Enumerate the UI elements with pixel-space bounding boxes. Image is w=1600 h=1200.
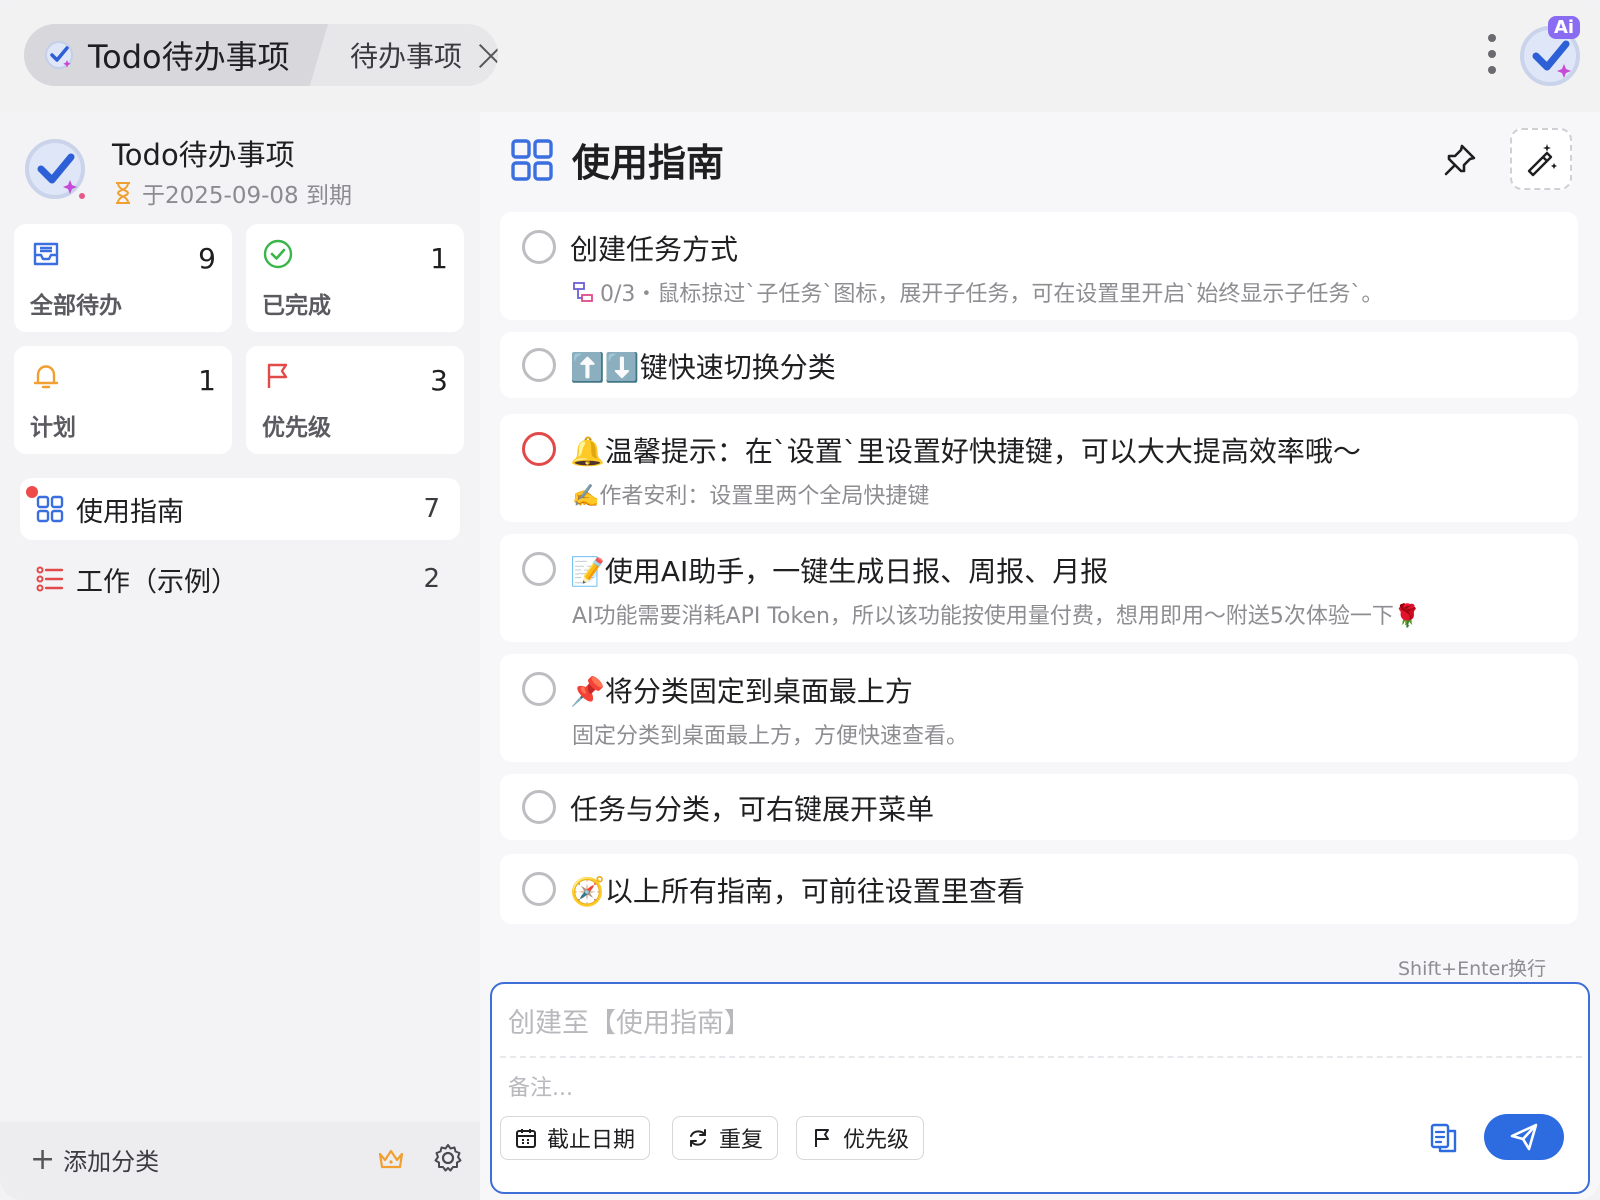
repeat-icon: [690, 1129, 706, 1147]
ai-magic-button[interactable]: [1510, 128, 1572, 190]
tab-strip: Todo待办事项 待办事项: [24, 24, 498, 86]
app-logo-icon: [45, 41, 73, 69]
smart-list-label: 计划: [30, 415, 76, 441]
gear-icon[interactable]: [432, 1142, 464, 1174]
priority-button[interactable]: 优先级: [796, 1116, 925, 1160]
composer-divider: [500, 1056, 1582, 1058]
add-category-label: 添加分类: [63, 1148, 160, 1176]
task-subtitle: AI功能需要消耗API Token，所以该功能按使用量付费，想用即用～附送5次体…: [572, 604, 1422, 629]
tab-todo-items-label: 待办事项: [350, 40, 463, 73]
hourglass-icon: [116, 182, 130, 204]
list-icon: [36, 566, 64, 592]
main-panel: 使用指南 创建任务方式 0/3・鼠标掠过`子任务`图标，展开子任务，可在设置里开…: [480, 112, 1600, 1200]
task-subtitle: ✍️作者安利：设置里两个全局快捷键: [572, 484, 930, 509]
task-title-input[interactable]: [508, 998, 1568, 1048]
check-circle-icon: [263, 239, 293, 269]
task-checkbox[interactable]: [522, 432, 556, 466]
sidebar-footer: + 添加分类: [0, 1122, 480, 1200]
subtask-icon: [573, 282, 593, 302]
translate-icon[interactable]: [1428, 1122, 1460, 1154]
category-label: 工作（示例）: [76, 566, 238, 598]
task-title: 📌将分类固定到桌面最上方: [570, 675, 913, 708]
task-checkbox[interactable]: [522, 552, 556, 586]
task-subtitle-text: 0/3・鼠标掠过`子任务`图标，展开子任务，可在设置里开启`始终显示子任务`。: [600, 282, 1384, 307]
task-checkbox[interactable]: [522, 790, 556, 824]
task-note-input[interactable]: [508, 1068, 1568, 1108]
smart-list-all[interactable]: 9 全部待办: [14, 224, 232, 332]
smart-list-priority[interactable]: 3 优先级: [246, 346, 464, 454]
title-bar: Todo待办事项 待办事项 Ai: [0, 0, 1600, 112]
task-item[interactable]: 🔔温馨提示：在`设置`里设置好快捷键，可以大大提高效率哦～ ✍️作者安利：设置里…: [500, 414, 1578, 522]
app-window: Todo待办事项 待办事项 Ai Todo待办事项 于2025-09-08 到期…: [0, 0, 1600, 1200]
task-item[interactable]: 🧭以上所有指南，可前往设置里查看: [500, 854, 1578, 924]
pin-icon[interactable]: [1440, 140, 1480, 180]
project-due-text: 于2025-09-08 到期: [142, 183, 352, 209]
task-checkbox[interactable]: [522, 348, 556, 382]
task-title: 任务与分类，可右键展开菜单: [570, 793, 935, 826]
project-due: 于2025-09-08 到期: [112, 176, 352, 210]
page-title: 使用指南: [572, 141, 725, 185]
category-item-guide[interactable]: 使用指南 7: [20, 478, 460, 540]
smart-list-completed[interactable]: 1 已完成: [246, 224, 464, 332]
grid-icon: [511, 139, 553, 181]
repeat-label: 重复: [719, 1128, 764, 1153]
more-menu-icon[interactable]: [1484, 32, 1500, 76]
tab-todo-items[interactable]: 待办事项: [324, 24, 498, 86]
add-category-button[interactable]: + 添加分类: [30, 1142, 159, 1177]
project-logo-icon: [25, 139, 85, 199]
task-subtitle: 固定分类到桌面最上方，方便快速查看。: [572, 724, 969, 749]
repeat-button[interactable]: 重复: [672, 1116, 779, 1160]
task-title: 创建任务方式: [570, 233, 739, 266]
task-composer: 截止日期 重复 优先级: [490, 982, 1590, 1194]
smart-list-planned[interactable]: 1 计划: [14, 346, 232, 454]
close-icon[interactable]: [478, 42, 498, 68]
task-checkbox[interactable]: [522, 872, 556, 906]
smart-list-count: 9: [198, 242, 216, 275]
task-item[interactable]: 创建任务方式 0/3・鼠标掠过`子任务`图标，展开子任务，可在设置里开启`始终显…: [500, 212, 1578, 320]
inbox-icon: [33, 242, 59, 266]
task-item[interactable]: ⬆️⬇️键快速切换分类: [500, 332, 1578, 398]
calendar-icon: [516, 1129, 536, 1148]
sidebar: Todo待办事项 于2025-09-08 到期 9 全部待办 1 已完成 1 计…: [0, 112, 480, 1200]
task-item[interactable]: 任务与分类，可右键展开菜单: [500, 774, 1578, 840]
task-subtitle: 0/3・鼠标掠过`子任务`图标，展开子任务，可在设置里开启`始终显示子任务`。: [572, 276, 1383, 308]
newline-hint: Shift+Enter换行: [1398, 958, 1547, 980]
task-title: 📝使用AI助手，一键生成日报、周报、月报: [570, 555, 1109, 588]
due-date-button[interactable]: 截止日期: [500, 1116, 651, 1160]
tab-todo[interactable]: Todo待办事项: [24, 24, 328, 86]
smart-list-count: 3: [430, 364, 448, 397]
send-button[interactable]: [1484, 1114, 1564, 1160]
smart-list-count: 1: [198, 364, 216, 397]
task-checkbox[interactable]: [522, 672, 556, 706]
task-item[interactable]: 📌将分类固定到桌面最上方 固定分类到桌面最上方，方便快速查看。: [500, 654, 1578, 762]
task-checkbox[interactable]: [522, 230, 556, 264]
smart-list-count: 1: [430, 242, 448, 275]
project-name: Todo待办事项: [112, 138, 295, 172]
send-icon: [1510, 1123, 1538, 1151]
category-item-work[interactable]: 工作（示例） 2: [20, 548, 460, 610]
tab-todo-label: Todo待办事项: [88, 38, 290, 76]
flag-icon: [267, 363, 288, 388]
magic-wand-icon: [1527, 144, 1557, 177]
ai-badge: Ai: [1548, 16, 1581, 39]
smart-list-label: 全部待办: [30, 293, 122, 319]
task-item[interactable]: 📝使用AI助手，一键生成日报、周报、月报 AI功能需要消耗API Token，所…: [500, 534, 1578, 642]
due-date-label: 截止日期: [547, 1128, 636, 1153]
category-label: 使用指南: [76, 496, 184, 528]
smart-list-label: 已完成: [262, 293, 331, 319]
task-title: 🧭以上所有指南，可前往设置里查看: [570, 875, 1025, 908]
bell-icon: [33, 365, 59, 389]
category-count: 2: [423, 564, 440, 594]
flag-icon: [815, 1129, 829, 1147]
crown-icon[interactable]: [376, 1144, 406, 1174]
task-title: 🔔温馨提示：在`设置`里设置好快捷键，可以大大提高效率哦～: [570, 435, 1361, 468]
plus-icon: +: [30, 1141, 56, 1177]
grid-icon: [36, 495, 64, 523]
task-title: ⬆️⬇️键快速切换分类: [570, 351, 836, 384]
category-count: 7: [423, 494, 440, 524]
smart-list-label: 优先级: [262, 415, 331, 441]
priority-label: 优先级: [843, 1128, 910, 1153]
